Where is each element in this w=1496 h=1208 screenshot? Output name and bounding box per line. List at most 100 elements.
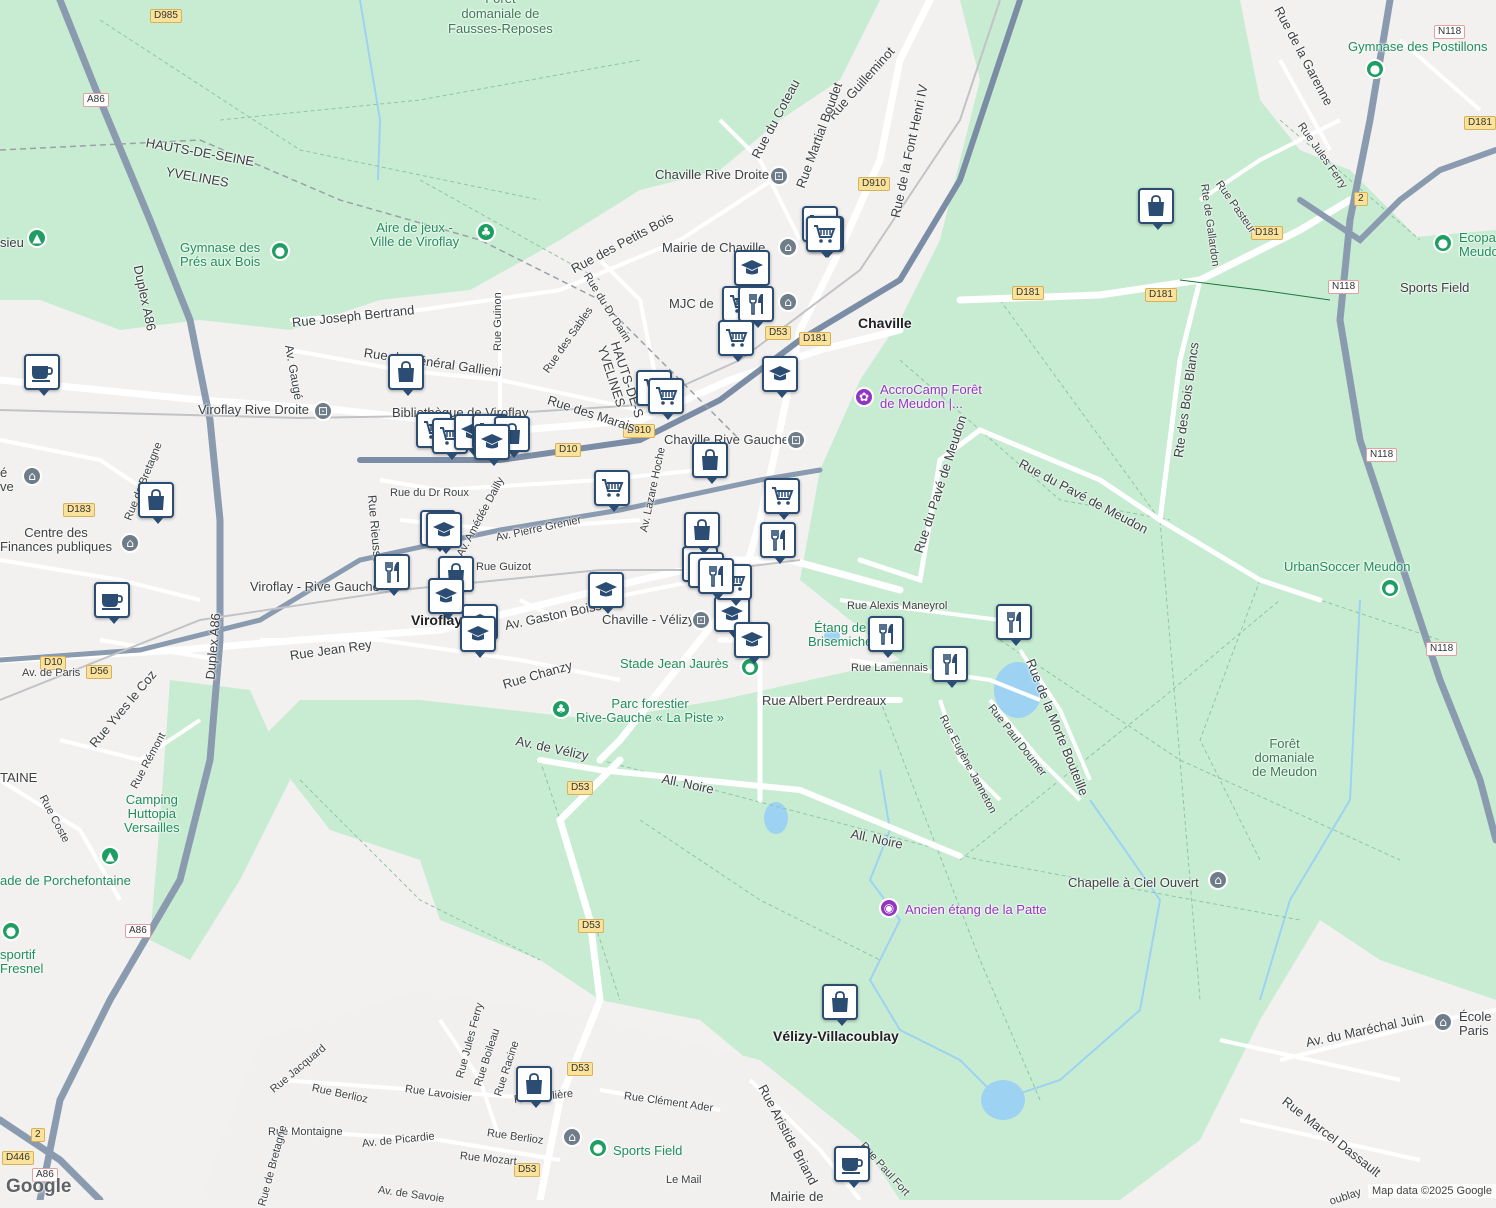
shield-d181-a: D181: [1012, 286, 1044, 300]
gym-icon[interactable]: ●: [588, 1138, 608, 1158]
amusement-park-icon[interactable]: ✿: [854, 387, 874, 407]
school-icon: [739, 627, 765, 653]
label-av-de-paris: Av. de Paris: [22, 667, 81, 679]
cart-marker[interactable]: [764, 478, 800, 520]
restaurant-marker[interactable]: [738, 286, 774, 328]
cart-icon: [811, 221, 837, 247]
town-hall-icon[interactable]: ⌂: [778, 237, 798, 257]
train-station-icon[interactable]: ⊡: [786, 430, 806, 450]
restaurant-marker[interactable]: [698, 558, 734, 600]
gym-icon[interactable]: ●: [1365, 59, 1385, 79]
label-foret-meudon: Forêt domaniale de Meudon: [1252, 736, 1318, 779]
gym-icon[interactable]: ●: [270, 241, 290, 261]
train-station-icon[interactable]: ⊡: [769, 166, 789, 186]
train-station-icon[interactable]: ⊡: [313, 401, 333, 421]
label-foret-fausses: Forêt domaniale de Fausses-Reposes: [448, 0, 553, 36]
school-marker[interactable]: [428, 578, 464, 620]
label-gymnase-pres: Gymnase des Prés aux Bois: [180, 240, 261, 269]
bank-icon[interactable]: ⌂: [562, 1127, 582, 1147]
label-stade-jean-jaures: Stade Jean Jaurès: [620, 656, 729, 671]
label-aire-de-jeux: Aire de jeux - Ville de Viroflay: [370, 220, 460, 249]
label-sports-field-ne: Sports Field: [1400, 280, 1470, 295]
restaurant-icon: [743, 291, 769, 317]
school-icon-small[interactable]: ⌂: [22, 466, 42, 486]
label-taine: TAINE: [0, 770, 38, 785]
restaurant-marker[interactable]: [374, 554, 410, 596]
school-icon: [479, 429, 505, 455]
bag-marker[interactable]: [692, 442, 728, 484]
camping-icon[interactable]: ▲: [100, 846, 120, 866]
town-hall-icon[interactable]: ⌂: [778, 292, 798, 312]
chapel-icon[interactable]: ⌂: [1208, 870, 1228, 890]
label-parc-forestier: Parc forestier Rive-Gauche « La Piste »: [576, 696, 725, 725]
shield-a86-b: A86: [125, 924, 151, 938]
gym-icon[interactable]: ●: [1, 921, 21, 941]
school-icon: [739, 255, 765, 281]
cafe-marker[interactable]: [94, 582, 130, 624]
train-station-icon[interactable]: ⊡: [691, 610, 711, 630]
cart-marker[interactable]: [806, 216, 842, 258]
bag-marker[interactable]: [516, 1066, 552, 1108]
label-rue-albert-perdreaux: Rue Albert Perdreaux: [762, 693, 887, 708]
cart-marker[interactable]: [718, 320, 754, 362]
shield-d53: D53: [765, 326, 792, 340]
school-marker[interactable]: [734, 622, 770, 664]
label-centre-finances: Centre des Finances publiques: [0, 525, 113, 554]
shield-2-b: 2: [31, 1128, 45, 1142]
label-velizy: Vélizy-Villacoublay: [773, 1028, 899, 1044]
restaurant-marker[interactable]: [760, 522, 796, 564]
bag-icon: [393, 359, 419, 385]
shield-2-a: 2: [1354, 192, 1368, 206]
bag-marker[interactable]: [684, 512, 720, 554]
restaurant-marker[interactable]: [868, 616, 904, 658]
restaurant-icon: [703, 563, 729, 589]
cart-icon: [769, 483, 795, 509]
park-icon[interactable]: ♣: [476, 222, 496, 242]
cart-marker[interactable]: [648, 378, 684, 420]
cart-marker[interactable]: [594, 470, 630, 512]
label-urbansoccer: UrbanSoccer Meudon: [1284, 559, 1411, 574]
school-marker[interactable]: [588, 572, 624, 614]
map-attribution[interactable]: Map data ©2025 Google: [1367, 1184, 1496, 1198]
cafe-marker[interactable]: [834, 1146, 870, 1188]
school-icon-small[interactable]: ⌂: [1433, 1012, 1453, 1032]
shield-n118-a: N118: [1434, 25, 1466, 39]
gym-icon[interactable]: ●: [1380, 578, 1400, 598]
bag-marker[interactable]: [1138, 188, 1174, 230]
shield-d985: D985: [150, 9, 182, 23]
school-icon: [433, 583, 459, 609]
restaurant-icon: [379, 559, 405, 585]
gym-icon[interactable]: ●: [1433, 233, 1453, 253]
bag-icon: [143, 487, 169, 513]
cafe-marker[interactable]: [24, 354, 60, 396]
bag-marker[interactable]: [822, 984, 858, 1026]
label-sieu: sieu: [0, 235, 24, 250]
school-marker[interactable]: [762, 356, 798, 398]
bag-icon: [697, 447, 723, 473]
shield-n118-b: N118: [1328, 280, 1360, 294]
camping-icon[interactable]: ▲: [27, 228, 47, 248]
shield-d53-c: D53: [578, 919, 605, 933]
restaurant-marker[interactable]: [932, 646, 968, 688]
camera-icon[interactable]: ◉: [879, 898, 899, 918]
cart-icon: [653, 383, 679, 409]
shield-d446: D446: [2, 1151, 34, 1165]
shield-n118-d: N118: [1426, 642, 1458, 656]
school-marker[interactable]: [426, 512, 462, 554]
government-icon[interactable]: ⌂: [120, 533, 140, 553]
label-camping: Camping Huttopia Versailles: [124, 792, 180, 835]
shield-d53-b: D53: [567, 781, 594, 795]
school-marker[interactable]: [474, 424, 510, 466]
google-logo: Google: [6, 1176, 72, 1197]
school-marker[interactable]: [734, 250, 770, 292]
restaurant-marker[interactable]: [996, 604, 1032, 646]
label-mjc: MJC de: [669, 296, 714, 311]
shield-d910: D910: [858, 177, 890, 191]
bag-marker[interactable]: [138, 482, 174, 524]
label-chaville-rive-droite: Chaville Rive Droite: [655, 167, 770, 182]
park-icon[interactable]: ♣: [551, 699, 571, 719]
label-ecopa: Ecopa Meudo: [1459, 230, 1496, 259]
bag-icon: [827, 989, 853, 1015]
school-marker[interactable]: [460, 616, 496, 658]
bag-marker[interactable]: [388, 354, 424, 396]
